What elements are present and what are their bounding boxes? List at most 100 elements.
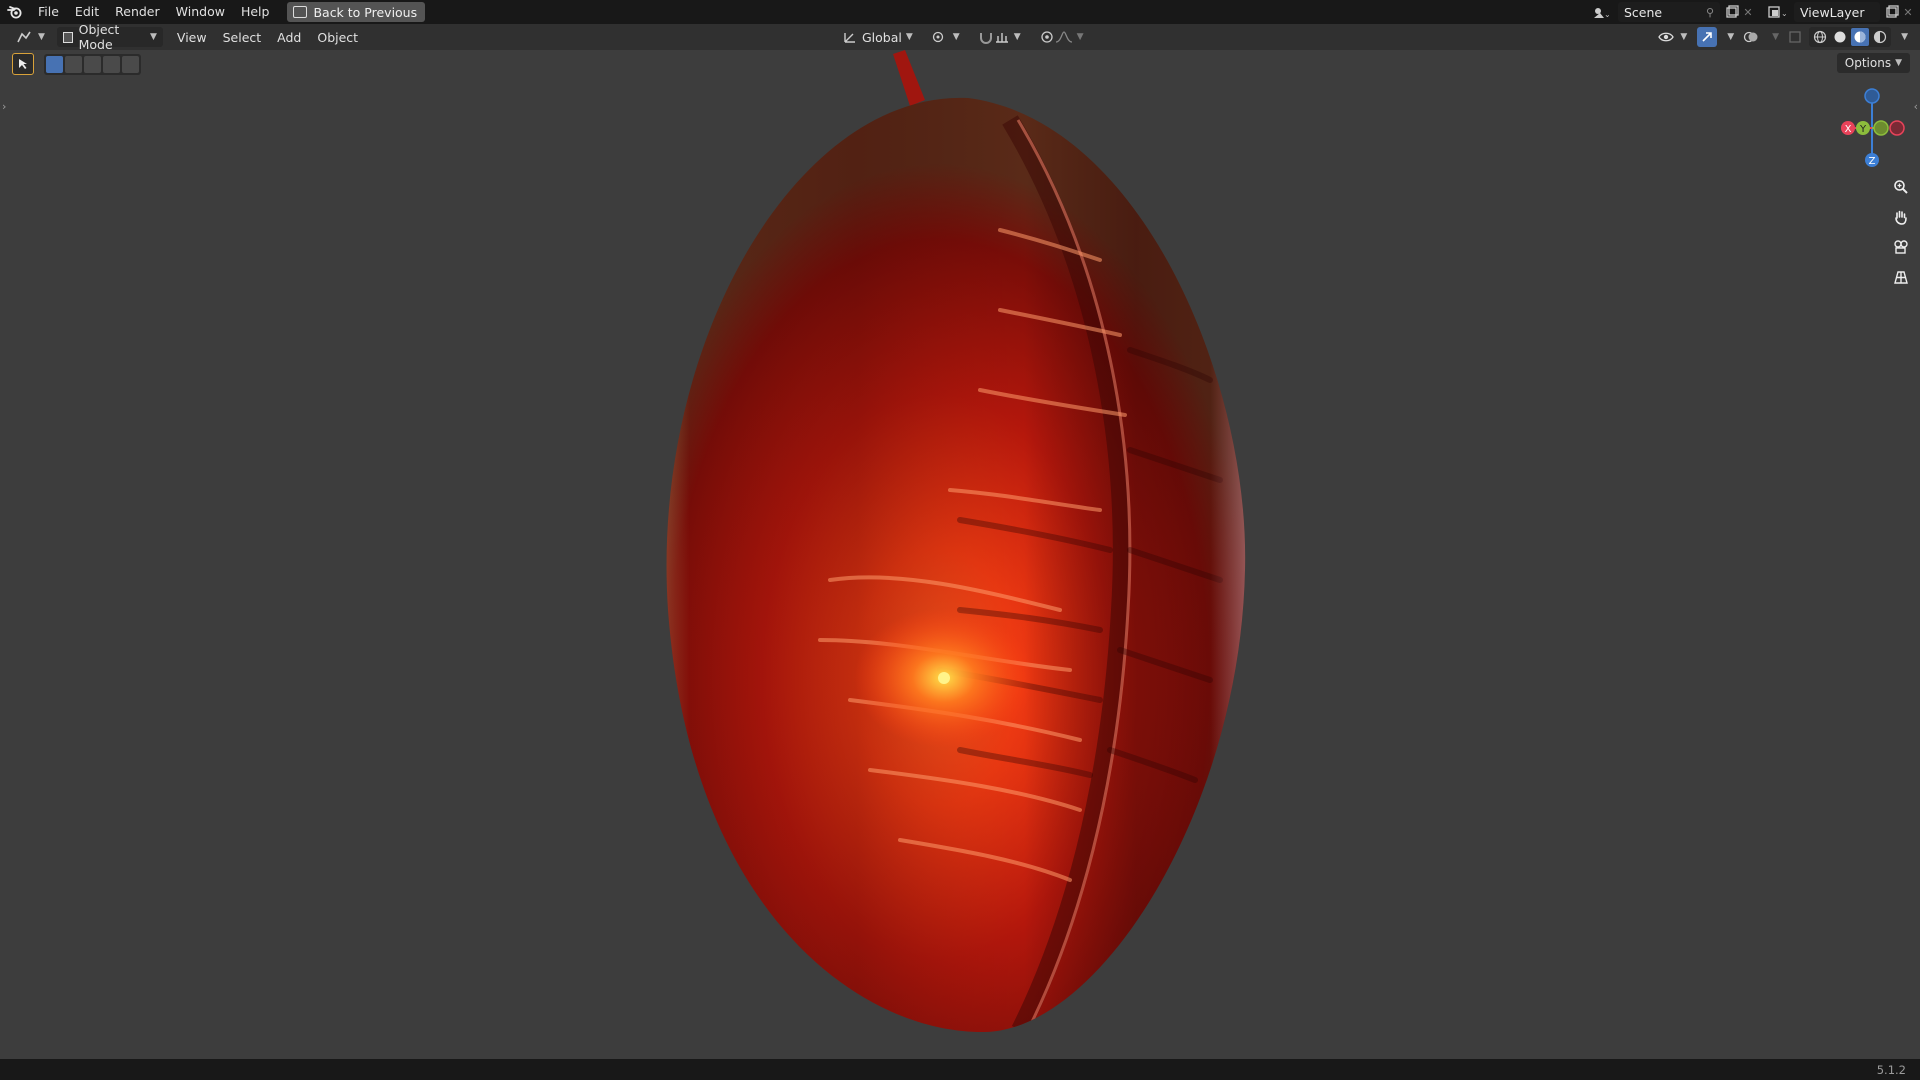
orientation-icon <box>844 33 855 43</box>
menu-file[interactable]: File <box>30 0 67 24</box>
menu-add[interactable]: Add <box>271 27 307 47</box>
balloon-string <box>893 50 925 106</box>
viewport-canvas <box>640 50 1260 1050</box>
options-dropdown[interactable]: Options ▼ <box>1836 53 1910 73</box>
overlay-icon <box>1744 31 1758 43</box>
object-mode-icon <box>62 31 73 43</box>
gizmo-neg-z[interactable] <box>1864 88 1880 104</box>
chevron-down-icon: ▼ <box>1901 32 1908 42</box>
select-extend-icon[interactable] <box>65 55 82 73</box>
solid-shading-icon[interactable] <box>1831 28 1849 46</box>
menu-window[interactable]: Window <box>168 0 233 24</box>
shading-mode-group <box>1809 27 1892 47</box>
scene-name: Scene <box>1624 4 1663 20</box>
delete-scene-icon[interactable]: ✕ <box>1740 4 1756 20</box>
version-label: 5.1.2 <box>1876 1062 1906 1077</box>
scene-controls: ⌄ Scene ⚲ ✕ ⌄ ViewLayer ✕ <box>1586 0 1920 24</box>
cursor-icon <box>19 59 27 69</box>
select-intersect-icon[interactable] <box>122 55 139 73</box>
menu-edit[interactable]: Edit <box>67 0 107 24</box>
proportional-edit-icon <box>1040 31 1053 43</box>
editor-type-button[interactable]: ▼ <box>10 27 51 47</box>
snap-increment-icon <box>995 33 1008 43</box>
pin-icon[interactable]: ⚲ <box>1706 6 1714 19</box>
select-new-icon[interactable] <box>46 55 63 73</box>
pivot-point-dropdown[interactable]: ▼ <box>925 27 966 47</box>
gizmo-z-label: Z <box>1869 156 1876 167</box>
view-layer-icon[interactable]: ⌄ <box>1764 4 1792 20</box>
select-subtract-icon[interactable] <box>84 55 101 73</box>
magnet-icon <box>979 33 992 44</box>
viewport-header: ▼ Object Mode ▼ View Select Add Object G… <box>0 22 1920 52</box>
xray-toggle[interactable] <box>1785 27 1805 47</box>
transform-orientation-dropdown[interactable]: Global ▼ <box>836 27 919 47</box>
back-to-previous-button[interactable]: Back to Previous <box>287 2 426 22</box>
chevron-down-icon: ▼ <box>1772 32 1780 42</box>
tool-settings <box>12 53 141 75</box>
new-scene-icon[interactable] <box>1724 4 1740 20</box>
svg-text:⌄: ⌄ <box>1781 9 1788 18</box>
shading-tools: ▼ ▼ ▼ ▼ <box>1652 27 1910 47</box>
chevron-down-icon: ▼ <box>1680 32 1688 42</box>
hand-icon[interactable] <box>1888 204 1914 230</box>
back-icon <box>293 6 308 18</box>
wireframe-shading-icon[interactable] <box>1811 28 1829 46</box>
shading-dropdown[interactable]: ▼ <box>1895 27 1910 47</box>
eye-icon <box>1658 32 1675 42</box>
gizmo-neg-x[interactable] <box>1889 120 1905 136</box>
menu-select[interactable]: Select <box>217 27 268 47</box>
chevron-down-icon: ▼ <box>1076 32 1084 42</box>
chevron-down-icon: ▼ <box>38 32 45 42</box>
navigation-gizmo[interactable]: Y X Z <box>1832 84 1912 174</box>
xray-icon <box>1789 31 1801 43</box>
balloon-object[interactable] <box>640 90 1260 1050</box>
zoom-icon[interactable] <box>1888 174 1914 200</box>
visibility-dropdown[interactable]: ▼ <box>1652 27 1693 47</box>
menu-help[interactable]: Help <box>233 0 278 24</box>
gizmo-icon <box>1702 32 1713 42</box>
menu-object[interactable]: Object <box>311 27 364 47</box>
material-preview-shading-icon[interactable] <box>1851 28 1870 46</box>
delete-view-layer-icon[interactable]: ✕ <box>1900 4 1916 20</box>
overlay-toggle[interactable] <box>1740 27 1762 47</box>
mode-dropdown[interactable]: Object Mode ▼ <box>56 22 163 52</box>
snap-dropdown[interactable]: ▼ <box>972 27 1027 47</box>
top-bar: File Edit Render Window Help Back to Pre… <box>0 0 1920 24</box>
overlay-dropdown[interactable]: ▼ <box>1766 27 1781 47</box>
toolbar-expand-icon[interactable]: › <box>2 100 6 113</box>
chevron-down-icon: ▼ <box>905 32 913 42</box>
chevron-down-icon: ▼ <box>952 32 960 42</box>
status-bar: 5.1.2 <box>0 1059 1920 1080</box>
rendered-shading-icon[interactable] <box>1871 28 1889 46</box>
select-tool-button[interactable] <box>12 53 34 75</box>
scene-field[interactable]: Scene ⚲ <box>1618 2 1720 22</box>
options-label: Options <box>1844 56 1892 70</box>
transform-orientation-label: Global <box>862 29 902 45</box>
3d-viewport[interactable]: Options ▼ › ‹ Y X Z <box>0 50 1920 1059</box>
gizmo-toggle[interactable] <box>1697 27 1718 47</box>
select-invert-icon[interactable] <box>103 55 120 73</box>
mode-label: Object Mode <box>78 22 120 52</box>
view-layer-name: ViewLayer <box>1800 4 1865 20</box>
camera-icon[interactable] <box>1888 234 1914 260</box>
transform-tools: Global ▼ ▼ ▼ ▼ <box>836 27 1090 47</box>
blender-logo-icon[interactable] <box>0 0 30 24</box>
new-view-layer-icon[interactable] <box>1884 4 1900 20</box>
falloff-icon <box>1055 31 1072 43</box>
menu-view[interactable]: View <box>171 27 213 47</box>
gizmo-y-label: Y <box>1859 124 1867 135</box>
chevron-down-icon: ▼ <box>1013 32 1021 42</box>
view-layer-field[interactable]: ViewLayer <box>1794 2 1880 22</box>
sidebar-expand-icon[interactable]: ‹ <box>1914 100 1918 113</box>
chevron-down-icon: ▼ <box>150 32 157 42</box>
svg-text:⌄: ⌄ <box>1604 10 1610 19</box>
gizmo-dropdown[interactable]: ▼ <box>1721 27 1736 47</box>
grid-icon[interactable] <box>1888 264 1914 290</box>
chevron-down-icon: ▼ <box>1895 58 1902 68</box>
proportional-edit-dropdown[interactable]: ▼ <box>1033 27 1090 47</box>
back-label: Back to Previous <box>313 4 418 20</box>
menu-render[interactable]: Render <box>107 0 168 24</box>
gizmo-neg-y[interactable] <box>1873 120 1889 136</box>
selection-mode-group <box>44 53 141 75</box>
scene-icon[interactable]: ⌄ <box>1586 4 1616 20</box>
